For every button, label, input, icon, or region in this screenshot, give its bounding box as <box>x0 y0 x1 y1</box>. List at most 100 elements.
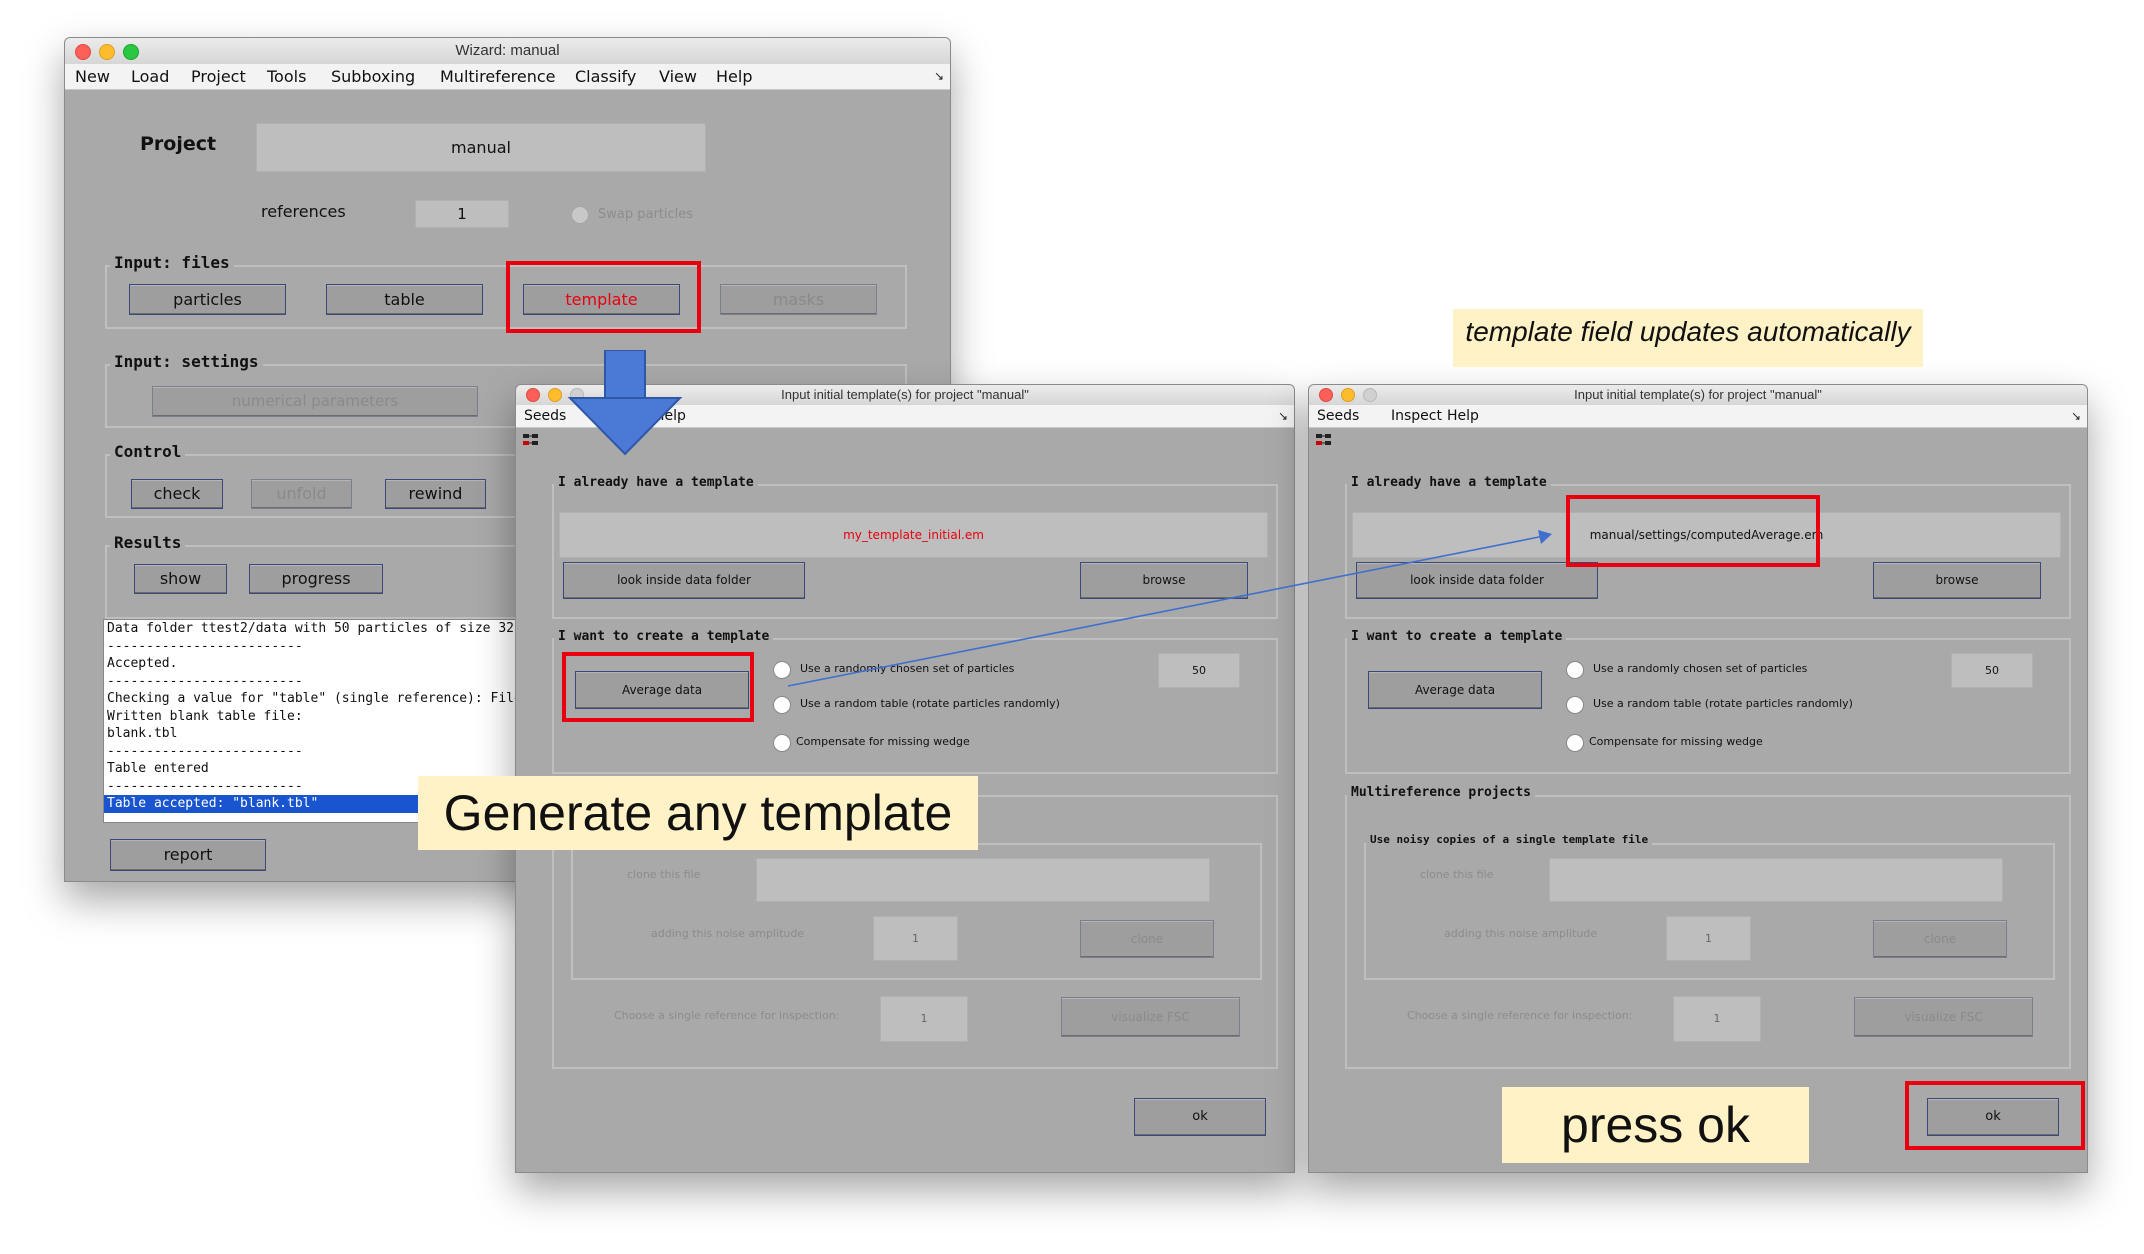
noisy-copies-title: Use noisy copies of a single template fi… <box>1366 833 1653 846</box>
ok-highlight-box <box>1905 1081 2085 1150</box>
particles-button[interactable]: particles <box>129 284 286 315</box>
wizard-titlebar: Wizard: manual <box>65 38 950 65</box>
minimize-window-button[interactable] <box>1341 388 1355 402</box>
random-table-label: Use a random table (rotate particles ran… <box>1593 697 1853 710</box>
multireference-title: Multireference projects <box>1347 785 1536 800</box>
log-line: Table entered <box>107 761 209 776</box>
progress-button[interactable]: progress <box>249 564 383 594</box>
dialog-left-title: Input initial template(s) for project "m… <box>781 387 1029 402</box>
visualize-fsc-button[interactable]: visualize FSC <box>1061 997 1240 1037</box>
menu-project[interactable]: Project <box>191 64 246 89</box>
swap-particles-label: Swap particles <box>598 207 694 222</box>
menu-tools[interactable]: Tools <box>267 64 306 89</box>
wizard-menubar: New Load Project Tools Subboxing Multire… <box>65 64 950 90</box>
zoom-window-button[interactable] <box>1363 388 1377 402</box>
menu-load[interactable]: Load <box>131 64 169 89</box>
numerical-parameters-button[interactable]: numerical parameters <box>152 386 478 417</box>
log-line: blank.tbl <box>107 726 178 741</box>
create-template-title: I want to create a template <box>554 629 774 644</box>
down-arrow-icon <box>567 350 683 456</box>
log-line: Written blank table file: <box>107 708 303 724</box>
menubar-overflow-icon[interactable]: ↘ <box>1278 405 1288 427</box>
rewind-button[interactable]: rewind <box>385 479 486 509</box>
menubar-overflow-icon[interactable]: ↘ <box>2071 405 2081 427</box>
have-template-title: I already have a template <box>1347 475 1551 490</box>
random-set-radio[interactable] <box>1566 661 1584 679</box>
missing-wedge-label: Compensate for missing wedge <box>796 735 970 748</box>
control-title: Control <box>110 442 186 461</box>
look-inside-data-folder-button[interactable]: look inside data folder <box>563 562 805 599</box>
report-button[interactable]: report <box>110 839 266 871</box>
close-window-button[interactable] <box>526 388 540 402</box>
random-table-radio[interactable] <box>1566 696 1584 714</box>
references-field[interactable]: 1 <box>415 200 509 228</box>
missing-wedge-radio[interactable] <box>1566 734 1584 752</box>
menu-subboxing[interactable]: Subboxing <box>331 64 415 89</box>
results-title: Results <box>110 533 186 552</box>
log-line: ------------------------- <box>107 673 303 689</box>
clone-button[interactable]: clone <box>1873 920 2007 958</box>
dialog-right-titlebar: Input initial template(s) for project "m… <box>1309 385 2087 406</box>
visualize-fsc-button[interactable]: visualize FSC <box>1854 997 2033 1037</box>
wizard-title: Wizard: manual <box>455 42 560 59</box>
average-data-highlight-box <box>562 652 754 722</box>
clone-file-field[interactable] <box>1549 858 2003 902</box>
noise-amplitude-field[interactable]: 1 <box>873 916 958 961</box>
computed-average-highlight-box <box>1566 495 1820 567</box>
choose-reference-label: Choose a single reference for inspection… <box>1407 1009 1633 1022</box>
input-files-title: Input: files <box>110 253 234 272</box>
reference-field[interactable]: 1 <box>1673 996 1761 1042</box>
unfold-button[interactable]: unfold <box>251 479 352 509</box>
input-settings-title: Input: settings <box>110 352 263 371</box>
log-line: ------------------------- <box>107 638 303 654</box>
clone-file-label: clone this file <box>1420 868 1494 881</box>
dialog-right-title: Input initial template(s) for project "m… <box>1574 387 1822 402</box>
zoom-window-button[interactable] <box>123 44 139 60</box>
have-template-title: I already have a template <box>554 475 758 490</box>
reference-field[interactable]: 1 <box>880 996 968 1042</box>
menu-view[interactable]: View <box>659 64 697 89</box>
project-label: Project <box>140 133 217 155</box>
menubar-overflow-icon[interactable]: ↘ <box>934 64 944 89</box>
menu-seeds[interactable]: Seeds <box>1317 405 1359 427</box>
check-button[interactable]: check <box>131 479 223 509</box>
noise-amplitude-label: adding this noise amplitude <box>1444 927 1598 940</box>
masks-button[interactable]: masks <box>720 284 877 315</box>
menu-inspect[interactable]: Inspect <box>1391 405 1442 427</box>
browse-button[interactable]: browse <box>1873 562 2041 599</box>
clone-file-label: clone this file <box>627 868 701 881</box>
template-updates-callout: template field updates automatically <box>1453 309 1923 367</box>
missing-wedge-label: Compensate for missing wedge <box>1589 735 1763 748</box>
connector-arrow-icon <box>787 530 1552 687</box>
table-button[interactable]: table <box>326 284 483 315</box>
minimize-window-button[interactable] <box>99 44 115 60</box>
close-window-button[interactable] <box>1319 388 1333 402</box>
menu-help[interactable]: Help <box>716 64 752 89</box>
menu-new[interactable]: New <box>75 64 110 89</box>
swap-particles-radio[interactable] <box>571 206 589 224</box>
random-set-label: Use a randomly chosen set of particles <box>1593 662 1808 675</box>
random-set-count-field[interactable]: 50 <box>1951 653 2033 688</box>
menu-multireference[interactable]: Multireference <box>440 64 556 89</box>
log-line: Checking a value for "table" (single ref… <box>107 691 544 706</box>
show-button[interactable]: show <box>134 564 227 594</box>
template-highlight-box <box>506 261 701 333</box>
ok-button[interactable]: ok <box>1134 1098 1266 1136</box>
log-line: ------------------------- <box>107 743 303 759</box>
project-name-field[interactable]: manual <box>256 123 706 172</box>
clone-button[interactable]: clone <box>1080 920 1214 958</box>
log-line: Data folder ttest2/data with 50 particle… <box>107 621 514 636</box>
missing-wedge-radio[interactable] <box>773 734 791 752</box>
menu-classify[interactable]: Classify <box>575 64 636 89</box>
menu-help[interactable]: Help <box>1447 405 1479 427</box>
noise-amplitude-field[interactable]: 1 <box>1666 916 1751 961</box>
press-ok-callout: press ok <box>1502 1087 1809 1163</box>
toolbar-icon[interactable] <box>1315 433 1333 447</box>
dialog-right-menubar: Seeds Inspect Help ↘ <box>1309 405 2087 428</box>
close-window-button[interactable] <box>75 44 91 60</box>
generate-template-callout: Generate any template <box>418 776 978 850</box>
toolbar-icon[interactable] <box>522 433 540 447</box>
references-label: references <box>261 202 346 221</box>
noise-amplitude-label: adding this noise amplitude <box>651 927 805 940</box>
clone-file-field[interactable] <box>756 858 1210 902</box>
